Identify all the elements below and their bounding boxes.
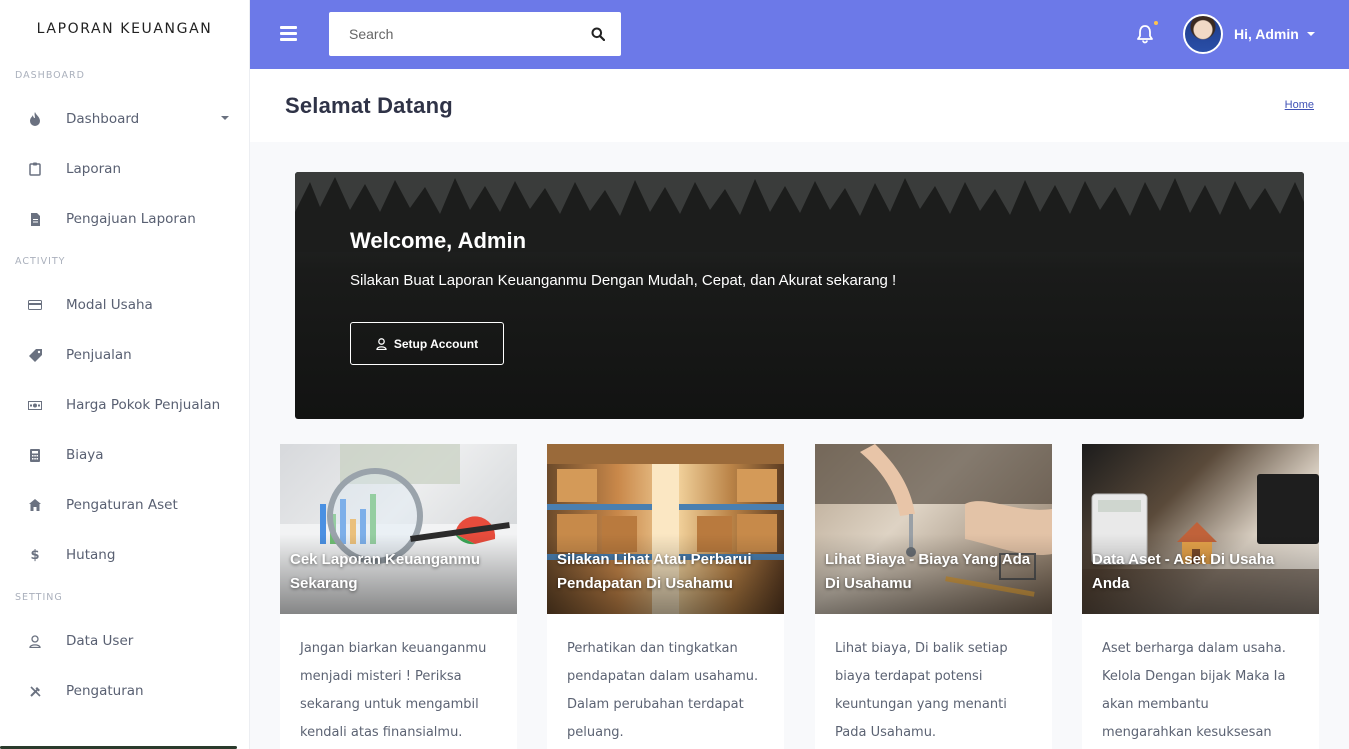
sidebar-item-pengaturan-aset[interactable]: Pengaturan Aset — [0, 480, 249, 530]
setup-account-label: Setup Account — [393, 336, 479, 351]
welcome-banner: Welcome, Admin Silakan Buat Laporan Keua… — [295, 172, 1304, 419]
card-title: Data Aset - Aset Di Usaha Anda — [1092, 551, 1275, 592]
sidebar-item-label: Dashboard — [66, 111, 140, 127]
chevron-down-icon — [221, 116, 229, 120]
section-title-setting: SETTING — [15, 592, 63, 603]
avatar — [1183, 14, 1223, 54]
house-calculator-image: Data Aset - Aset Di Usaha Anda — [1082, 444, 1319, 614]
sidebar-item-pengajuan-laporan[interactable]: Pengajuan Laporan — [0, 194, 249, 244]
card-pendapatan[interactable]: Silakan Lihat Atau Perbarui Pendapatan D… — [547, 444, 784, 749]
keys-cart-image: Lihat Biaya - Biaya Yang Ada Di Usahamu — [815, 444, 1052, 614]
card-laporan[interactable]: Cek Laporan Keuanganmu Sekarang Jangan b… — [280, 444, 517, 749]
menu-toggle-icon[interactable] — [280, 26, 297, 41]
card-text: Aset berharga dalam usaha. Kelola Dengan… — [1102, 641, 1286, 740]
user-icon — [376, 337, 387, 350]
card-text: Perhatikan dan tingkatkan pendapatan dal… — [567, 641, 759, 740]
warehouse-image: Silakan Lihat Atau Perbarui Pendapatan D… — [547, 444, 784, 614]
tag-icon — [27, 347, 43, 363]
banner-subtitle: Silakan Buat Laporan Keuanganmu Dengan M… — [350, 272, 897, 289]
sidebar-item-label: Data User — [66, 633, 134, 649]
card-aset[interactable]: Data Aset - Aset Di Usaha Anda Aset berh… — [1082, 444, 1319, 749]
user-greeting: Hi, Admin — [1234, 26, 1299, 42]
search-box — [329, 12, 621, 56]
bell-icon[interactable] — [1135, 24, 1155, 44]
sidebar-item-laporan[interactable]: Laporan — [0, 144, 249, 194]
magnifier-chart-image: Cek Laporan Keuanganmu Sekarang — [280, 444, 517, 614]
sidebar-item-label: Modal Usaha — [66, 297, 153, 313]
card-biaya[interactable]: Lihat Biaya - Biaya Yang Ada Di Usahamu … — [815, 444, 1052, 749]
search-input[interactable] — [329, 26, 579, 42]
card-text: Lihat biaya, Di balik setiap biaya terda… — [835, 641, 1008, 740]
user-menu[interactable]: Hi, Admin — [1183, 14, 1315, 54]
sidebar-item-penjualan[interactable]: Penjualan — [0, 330, 249, 380]
page-header: Selamat Datang Home — [250, 69, 1349, 142]
chevron-down-icon — [1306, 32, 1315, 36]
money-icon — [27, 397, 43, 413]
sidebar-item-label: Penjualan — [66, 347, 132, 363]
card-text: Jangan biarkan keuanganmu menjadi mister… — [300, 641, 487, 740]
banner-title: Welcome, Admin — [350, 228, 527, 253]
topbar: Hi, Admin — [250, 0, 1349, 69]
sidebar-item-label: Hutang — [66, 547, 116, 563]
sidebar-item-label: Pengajuan Laporan — [66, 211, 196, 227]
sidebar-item-modal-usaha[interactable]: Modal Usaha — [0, 280, 249, 330]
sidebar-item-dashboard[interactable]: Dashboard — [0, 94, 249, 144]
sidebar-item-label: Pengaturan Aset — [66, 497, 178, 513]
sidebar: LAPORAN KEUANGAN DASHBOARD Dashboard Lap… — [0, 0, 250, 749]
clipboard-icon — [27, 161, 43, 177]
home-icon — [27, 497, 43, 513]
breadcrumb-home[interactable]: Home — [1285, 99, 1314, 111]
section-title-activity: ACTIVITY — [15, 256, 66, 267]
fire-icon — [27, 111, 43, 127]
sidebar-item-label: Biaya — [66, 447, 104, 463]
search-icon[interactable] — [591, 26, 607, 42]
sidebar-item-data-user[interactable]: Data User — [0, 616, 249, 666]
setup-account-button[interactable]: Setup Account — [350, 322, 504, 365]
card-title: Cek Laporan Keuanganmu Sekarang — [290, 551, 481, 592]
calculator-icon — [27, 447, 43, 463]
user-icon — [27, 633, 43, 649]
card-title: Lihat Biaya - Biaya Yang Ada Di Usahamu — [825, 551, 1031, 592]
tools-icon — [27, 683, 43, 699]
sidebar-item-hutang[interactable]: $ Hutang — [0, 530, 249, 580]
sidebar-item-label: Laporan — [66, 161, 122, 177]
dollar-icon: $ — [30, 547, 40, 563]
card-title: Silakan Lihat Atau Perbarui Pendapatan D… — [557, 551, 752, 592]
brand-logo[interactable]: LAPORAN KEUANGAN — [0, 0, 249, 58]
document-icon — [27, 211, 43, 227]
page-title: Selamat Datang — [285, 93, 453, 118]
notification-badge — [1154, 21, 1158, 25]
sidebar-item-label: Harga Pokok Penjualan — [66, 397, 221, 413]
section-title-dashboard: DASHBOARD — [15, 70, 85, 81]
credit-card-icon — [27, 297, 43, 313]
sidebar-item-harga-pokok-penjualan[interactable]: Harga Pokok Penjualan — [0, 380, 249, 430]
sidebar-item-biaya[interactable]: Biaya — [0, 430, 249, 480]
sidebar-item-pengaturan[interactable]: Pengaturan — [0, 666, 249, 716]
sidebar-item-label: Pengaturan — [66, 683, 144, 699]
